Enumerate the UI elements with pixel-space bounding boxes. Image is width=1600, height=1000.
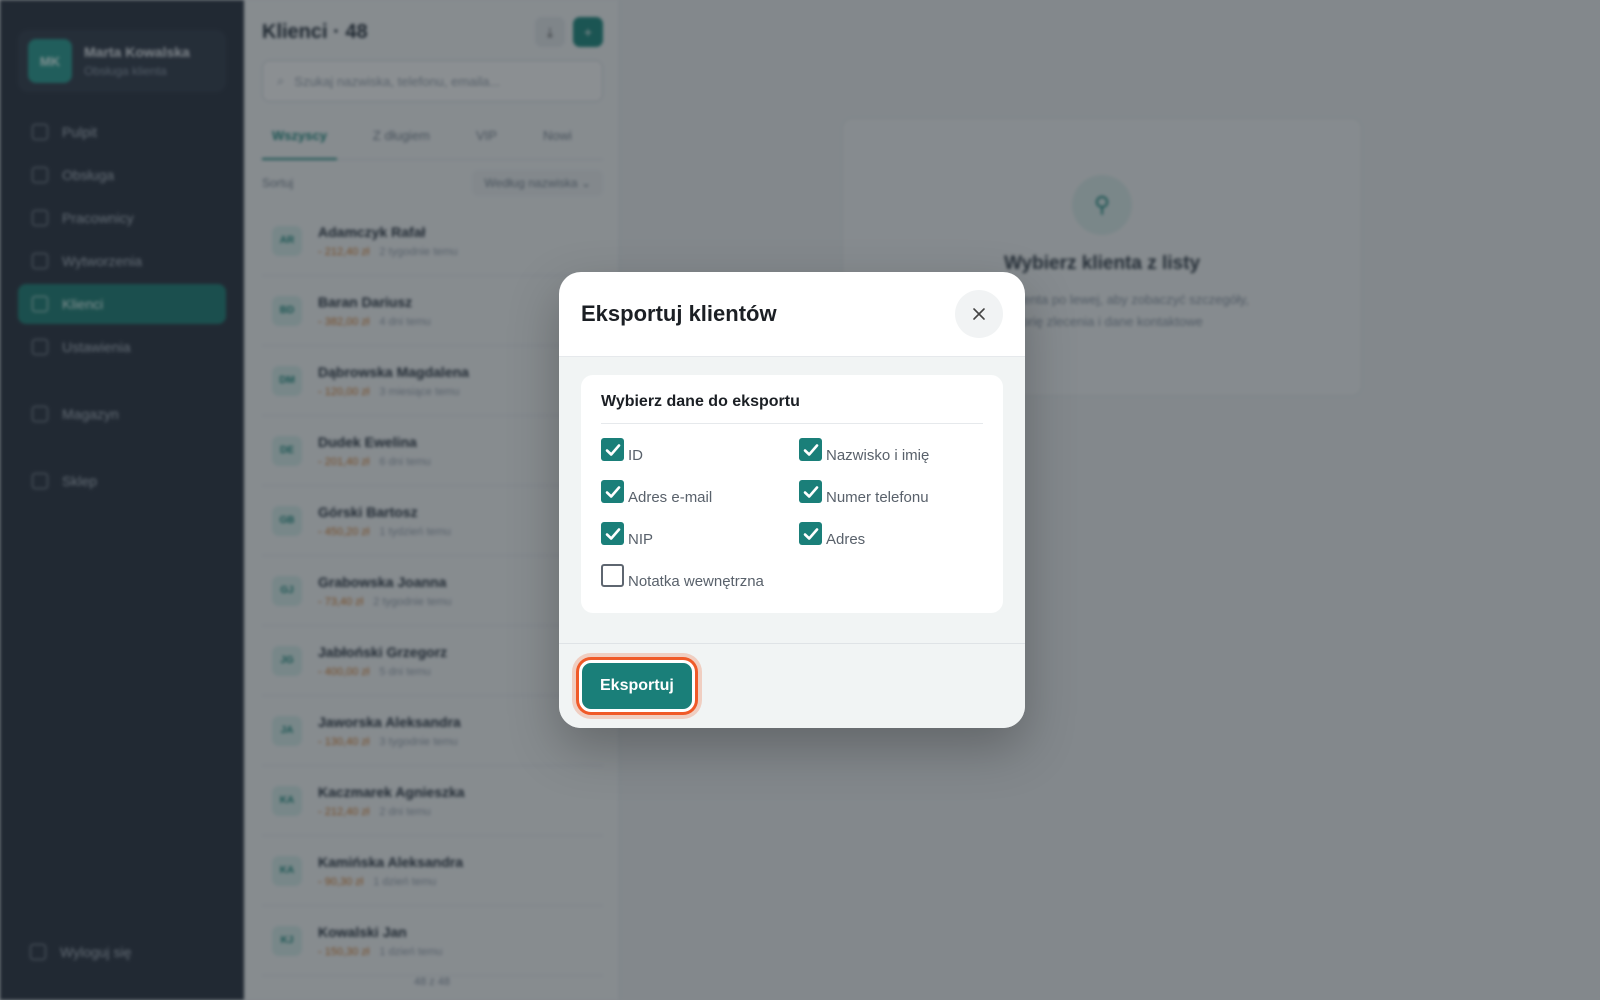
check-icon [803, 485, 818, 498]
export-field-checkbox[interactable]: Adres e-mail [601, 480, 799, 508]
checkbox-checked[interactable] [799, 480, 822, 503]
checkbox-checked[interactable] [601, 438, 624, 461]
check-icon [605, 527, 620, 540]
export-field-label: Adres e-mail [628, 489, 713, 506]
export-field-checkbox[interactable]: Adres [799, 522, 979, 550]
export-clients-dialog: Eksportuj klientów Wybierz dane do ekspo… [559, 272, 1025, 728]
export-field-checkbox[interactable]: ID [601, 438, 799, 466]
export-field-label: Numer telefonu [826, 489, 929, 506]
export-field-checkbox[interactable]: Notatka wewnętrzna [601, 564, 799, 592]
fields-card: Wybierz dane do eksportu ID Nazwisko i im… [581, 375, 1003, 613]
dialog-header: Eksportuj klientów [559, 272, 1025, 357]
export-field-label: NIP [628, 531, 654, 548]
check-icon [605, 443, 620, 456]
close-icon [973, 308, 985, 320]
fields-section-title: Wybierz dane do eksportu [601, 393, 983, 424]
export-field-label: Nazwisko i imię [826, 447, 930, 464]
close-button[interactable] [955, 290, 1003, 338]
checkbox-checked[interactable] [601, 522, 624, 545]
checkbox-unchecked[interactable] [601, 564, 624, 587]
export-button[interactable]: Eksportuj [579, 660, 695, 712]
check-icon [803, 527, 818, 540]
checkbox-checked[interactable] [601, 480, 624, 503]
export-field-checkbox[interactable]: Numer telefonu [799, 480, 979, 508]
checkbox-checked[interactable] [799, 438, 822, 461]
dialog-footer: Eksportuj [559, 643, 1025, 728]
export-field-label: Notatka wewnętrzna [628, 573, 764, 590]
dialog-title: Eksportuj klientów [581, 301, 777, 326]
export-field-label: Adres [826, 531, 866, 548]
dialog-body: Wybierz dane do eksportu ID Nazwisko i im… [559, 357, 1025, 643]
check-icon [803, 443, 818, 456]
export-field-checkbox[interactable]: NIP [601, 522, 799, 550]
check-icon [605, 485, 620, 498]
export-field-checkbox[interactable]: Nazwisko i imię [799, 438, 979, 466]
fields-grid: ID Nazwisko i imię Adres e-mail Numer telef… [601, 438, 983, 592]
checkbox-checked[interactable] [799, 522, 822, 545]
export-field-label: ID [628, 447, 643, 464]
